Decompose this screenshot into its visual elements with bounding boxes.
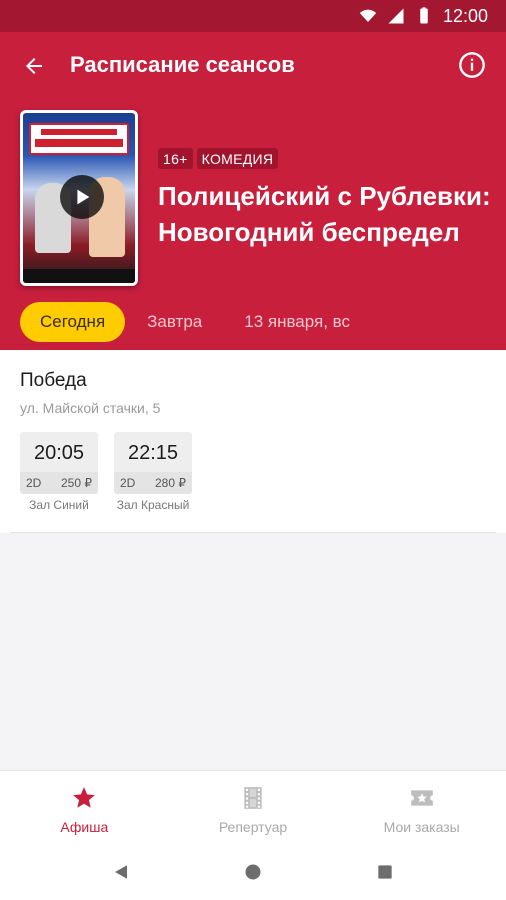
- circle-home-icon: [245, 864, 261, 880]
- session-format: 2D: [26, 476, 42, 490]
- session-time: 20:05: [33, 442, 85, 464]
- system-recents-button[interactable]: [374, 861, 396, 883]
- app-bar: Расписание сеансов: [0, 32, 506, 98]
- triangle-back-icon: [115, 865, 127, 879]
- system-back-button[interactable]: [110, 861, 132, 883]
- date-tabs: Сегодня Завтра 13 января, вс: [20, 302, 370, 342]
- session-meta: 2D 280 ₽: [114, 472, 192, 494]
- session-list: 20:05 2D 250 ₽ Зал Синий 22:15 2D 280 ₽ …: [20, 432, 192, 512]
- cinema-address: ул. Майской стачки, 5: [20, 400, 161, 416]
- movie-header: Расписание сеансов 16+ КОМЕДИЯ Полицейск…: [0, 32, 506, 350]
- genre-badge: КОМЕДИЯ: [196, 148, 279, 169]
- tab-tomorrow[interactable]: Завтра: [127, 302, 222, 342]
- back-button[interactable]: [18, 50, 50, 82]
- nav-item-repertoire[interactable]: Репертуар: [169, 771, 338, 844]
- battery-icon: [420, 7, 428, 24]
- tab-date[interactable]: 13 января, вс: [224, 302, 370, 342]
- movie-poster[interactable]: [20, 110, 138, 286]
- session-time: 22:15: [127, 442, 179, 464]
- tab-today[interactable]: Сегодня: [20, 302, 126, 342]
- bottom-nav: Афиша Репертуар Мои заказы: [0, 770, 506, 844]
- nav-label: Афиша: [60, 819, 109, 835]
- session-box: 22:15 2D 280 ₽: [114, 432, 192, 494]
- cinema-card: Победа ул. Майской стачки, 5 20:05 2D 25…: [0, 350, 506, 533]
- session-format: 2D: [120, 476, 136, 490]
- wifi-icon: [359, 9, 377, 22]
- ticket-icon: [410, 790, 433, 806]
- movie-tags: 16+ КОМЕДИЯ: [158, 148, 279, 169]
- session-price: 250 ₽: [61, 476, 92, 490]
- session-item[interactable]: 22:15 2D 280 ₽ Зал Красный: [114, 432, 192, 512]
- square-recents-icon: [378, 865, 392, 879]
- info-icon[interactable]: [458, 51, 486, 79]
- status-bar: 12:00: [0, 0, 506, 32]
- nav-label: Мои заказы: [383, 819, 460, 835]
- signal-icon: [388, 8, 404, 24]
- movie-title: Полицейский с Рублевки: Новогодний беспр…: [158, 181, 491, 247]
- page-title: Расписание сеансов: [70, 52, 295, 77]
- session-meta: 2D 250 ₽: [20, 472, 98, 494]
- session-item[interactable]: 20:05 2D 250 ₽ Зал Синий: [20, 432, 98, 512]
- session-box: 20:05 2D 250 ₽: [20, 432, 98, 494]
- status-time: 12:00: [442, 5, 488, 26]
- nav-item-afisha[interactable]: Афиша: [0, 771, 169, 844]
- nav-label: Репертуар: [218, 819, 288, 835]
- system-home-button[interactable]: [242, 861, 264, 883]
- schedule-content: Победа ул. Майской стачки, 5 20:05 2D 25…: [0, 350, 506, 533]
- play-icon: [77, 189, 90, 205]
- session-price: 280 ₽: [155, 476, 186, 490]
- star-icon: [73, 787, 96, 808]
- arrow-left-icon: [26, 58, 42, 74]
- session-hall: Зал Красный: [116, 498, 190, 512]
- cinema-name: Победа: [20, 370, 87, 391]
- divider: [10, 532, 496, 533]
- age-rating-badge: 16+: [158, 148, 193, 169]
- film-icon: [244, 787, 262, 809]
- session-hall: Зал Синий: [29, 498, 89, 512]
- system-nav-bar: [0, 844, 506, 900]
- nav-item-orders[interactable]: Мои заказы: [337, 771, 506, 844]
- play-trailer-button[interactable]: [60, 175, 104, 219]
